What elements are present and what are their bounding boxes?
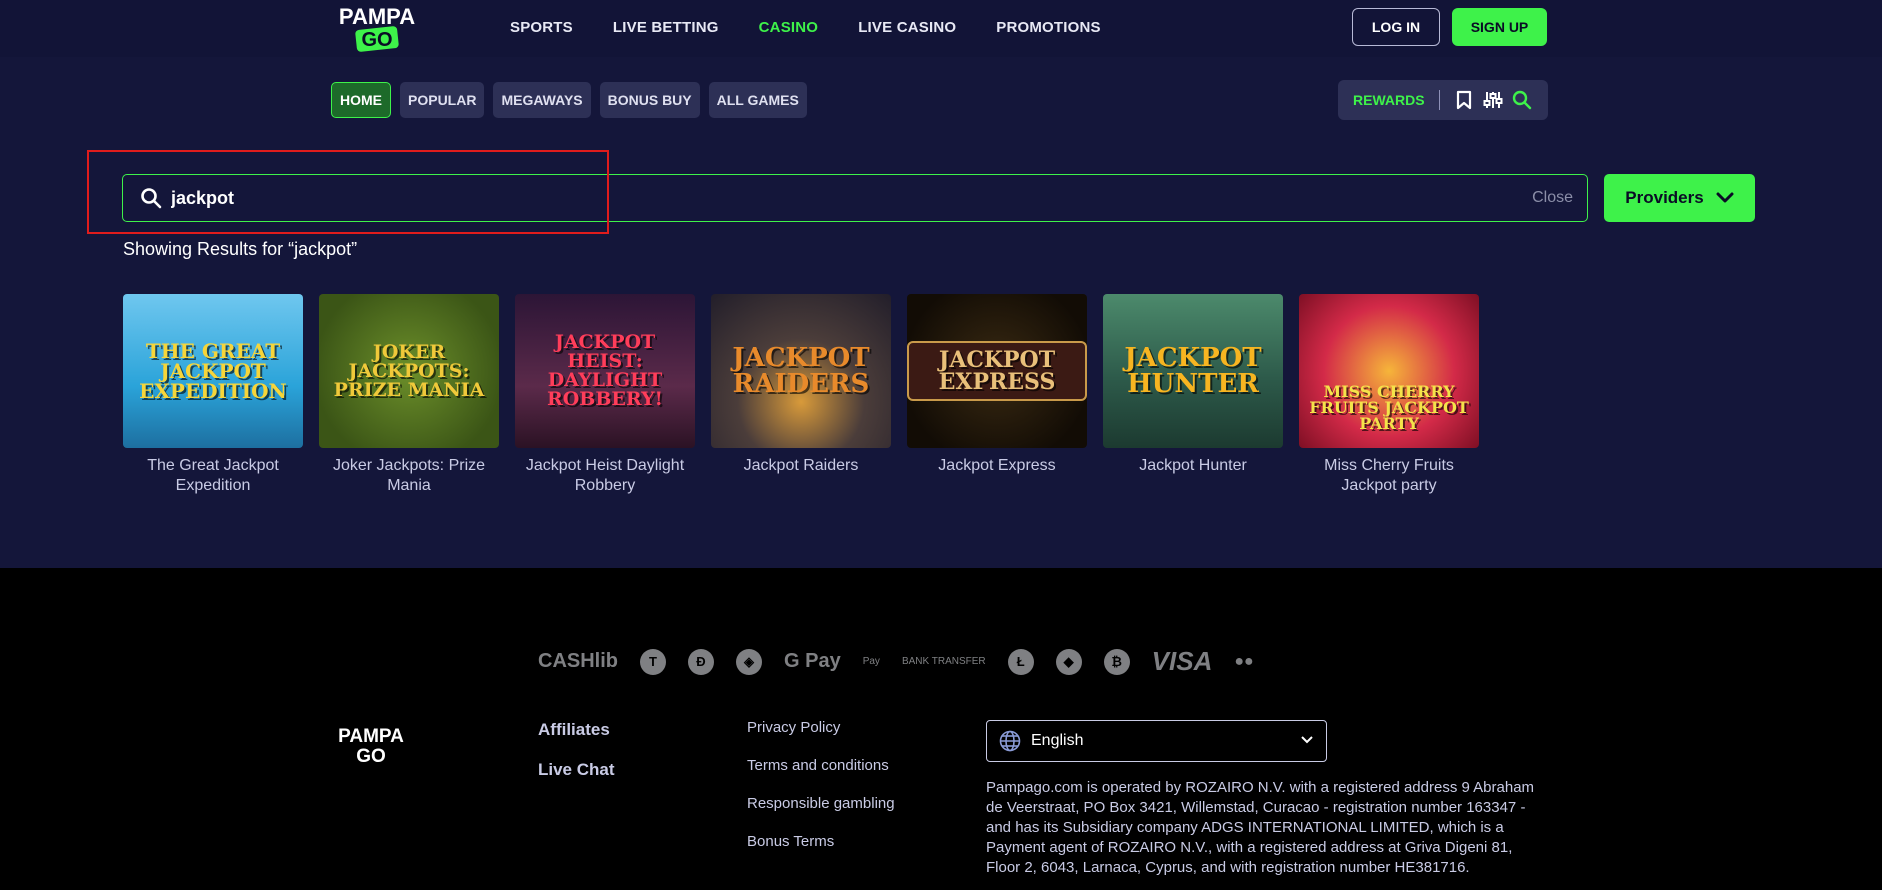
litecoin-icon: Ł	[1007, 648, 1034, 675]
mastercard-icon: ●●	[1234, 652, 1254, 670]
logo-text-bottom: GO	[361, 29, 392, 51]
tab-megaways[interactable]: MEGAWAYS	[493, 82, 591, 118]
category-tabs: HOME POPULAR MEGAWAYS BONUS BUY ALL GAME…	[331, 82, 807, 118]
game-art-text: JACKPOT RAIDERS	[732, 343, 870, 399]
game-thumbnail[interactable]: JOKER JACKPOTS: PRIZE MANIA	[319, 294, 499, 448]
main-nav: SPORTS LIVE BETTING CASINO LIVE CASINO P…	[510, 0, 1141, 54]
tab-all-games[interactable]: ALL GAMES	[708, 82, 807, 118]
search-close-link[interactable]: Close	[1532, 189, 1573, 207]
search-input[interactable]	[171, 184, 1071, 212]
footer-link-bonus-terms[interactable]: Bonus Terms	[747, 833, 895, 850]
tab-home[interactable]: HOME	[331, 82, 391, 118]
dogecoin-icon: Đ	[688, 648, 714, 675]
visa-icon: VISA	[1151, 646, 1213, 676]
chevron-down-icon	[1716, 192, 1734, 203]
payment-methods-row: CASHlib T Đ ◈ G Pay Pay BANK TRANSFER Ł …	[538, 646, 1254, 677]
nav-sports[interactable]: SPORTS	[510, 19, 573, 36]
game-title[interactable]: Jackpot Raiders	[744, 456, 859, 476]
game-title[interactable]: Jackpot Express	[938, 456, 1055, 476]
search-icon	[139, 186, 163, 210]
tether-icon: T	[640, 648, 666, 675]
rewards-link[interactable]: REWARDS	[1353, 92, 1425, 108]
tron-icon: ◈	[736, 648, 762, 675]
game-results-grid: THE GREAT JACKPOT EXPEDITION The Great J…	[123, 294, 1479, 496]
game-card[interactable]: JACKPOT HEIST: DAYLIGHT ROBBERY! Jackpot…	[515, 294, 695, 496]
apple-pay-icon: Pay	[862, 656, 880, 667]
providers-dropdown-button[interactable]: Providers	[1604, 174, 1755, 222]
game-thumbnail[interactable]: JACKPOT RAIDERS	[711, 294, 891, 448]
game-card[interactable]: THE GREAT JACKPOT EXPEDITION The Great J…	[123, 294, 303, 496]
legal-text: Pampago.com is operated by ROZAIRO N.V. …	[986, 779, 1535, 876]
footer-secondary-links: Privacy Policy Terms and conditions Resp…	[747, 719, 895, 850]
footer-link-responsible-gambling[interactable]: Responsible gambling	[747, 795, 895, 812]
cashlib-icon: CASHlib	[538, 650, 618, 672]
bitcoin-icon: ₿	[1103, 648, 1130, 675]
nav-live-casino[interactable]: LIVE CASINO	[858, 19, 956, 36]
footer-logo-text-bottom: GO	[356, 746, 386, 767]
game-art-text: JACKPOT HUNTER	[1124, 343, 1262, 399]
providers-label: Providers	[1625, 188, 1704, 207]
game-title[interactable]: Miss Cherry Fruits Jackpot party	[1299, 456, 1479, 496]
game-thumbnail[interactable]: JACKPOT HEIST: DAYLIGHT ROBBERY!	[515, 294, 695, 448]
ethereum-icon: ◆	[1055, 648, 1082, 675]
filter-sliders-icon[interactable]	[1482, 89, 1504, 111]
pampago-logo[interactable]: PAMPA GO	[336, 2, 418, 52]
game-art-text: JACKPOT EXPRESS	[907, 341, 1087, 401]
nav-live-betting[interactable]: LIVE BETTING	[613, 19, 719, 36]
game-title[interactable]: Joker Jackpots: Prize Mania	[319, 456, 499, 496]
footer-link-affiliates[interactable]: Affiliates	[538, 720, 615, 740]
game-title[interactable]: Jackpot Heist Daylight Robbery	[515, 456, 695, 496]
game-card[interactable]: MISS CHERRY FRUITS JACKPOT PARTY Miss Ch…	[1299, 294, 1479, 496]
search-icon[interactable]	[1511, 89, 1533, 111]
login-button[interactable]: LOG IN	[1352, 8, 1440, 46]
game-art-text: MISS CHERRY FRUITS JACKPOT PARTY	[1309, 382, 1469, 433]
game-card[interactable]: JACKPOT HUNTER Jackpot Hunter	[1103, 294, 1283, 496]
game-thumbnail[interactable]: THE GREAT JACKPOT EXPEDITION	[123, 294, 303, 448]
footer-link-privacy-policy[interactable]: Privacy Policy	[747, 719, 895, 736]
game-art-text: JACKPOT HEIST: DAYLIGHT ROBBERY!	[546, 331, 664, 410]
footer-link-live-chat[interactable]: Live Chat	[538, 760, 615, 780]
top-header: PAMPA GO SPORTS LIVE BETTING CASINO LIVE…	[0, 0, 1882, 57]
tab-bonus-buy[interactable]: BONUS BUY	[599, 82, 700, 118]
game-card[interactable]: JOKER JACKPOTS: PRIZE MANIA Joker Jackpo…	[319, 294, 499, 496]
game-thumbnail[interactable]: MISS CHERRY FRUITS JACKPOT PARTY	[1299, 294, 1479, 448]
bank-transfer-icon: BANK TRANSFER	[901, 656, 986, 667]
game-card[interactable]: JACKPOT RAIDERS Jackpot Raiders	[711, 294, 891, 496]
globe-icon	[999, 730, 1021, 752]
game-card[interactable]: JACKPOT EXPRESS Jackpot Express	[907, 294, 1087, 496]
language-select[interactable]: English	[986, 720, 1327, 762]
casino-tools-bar: REWARDS	[1338, 80, 1548, 120]
tools-divider	[1438, 90, 1440, 110]
footer-primary-links: Affiliates Live Chat	[538, 720, 615, 780]
chevron-down-icon	[1301, 736, 1313, 744]
game-art-text: THE GREAT JACKPOT EXPEDITION	[139, 339, 287, 403]
game-thumbnail[interactable]: JACKPOT EXPRESS	[907, 294, 1087, 448]
site-footer	[0, 568, 1882, 890]
language-label: English	[1031, 732, 1084, 749]
game-title[interactable]: Jackpot Hunter	[1139, 456, 1247, 476]
footer-logo-text-top: PAMPA	[338, 726, 404, 747]
signup-button[interactable]: SIGN UP	[1452, 8, 1547, 46]
game-thumbnail[interactable]: JACKPOT HUNTER	[1103, 294, 1283, 448]
nav-promotions[interactable]: PROMOTIONS	[996, 19, 1101, 36]
google-pay-icon: G Pay	[784, 650, 841, 672]
footer-link-terms[interactable]: Terms and conditions	[747, 757, 895, 774]
logo-text-top: PAMPA	[339, 4, 415, 29]
game-art-text: JOKER JACKPOTS: PRIZE MANIA	[333, 340, 485, 401]
search-bar: Close	[122, 174, 1588, 222]
search-results-label: Showing Results for “jackpot”	[123, 239, 358, 259]
footer-pampago-logo[interactable]: PAMPA GO	[336, 722, 406, 767]
bookmark-icon[interactable]	[1453, 89, 1475, 111]
nav-casino[interactable]: CASINO	[759, 19, 819, 36]
tab-popular[interactable]: POPULAR	[400, 82, 485, 118]
game-title[interactable]: The Great Jackpot Expedition	[123, 456, 303, 496]
